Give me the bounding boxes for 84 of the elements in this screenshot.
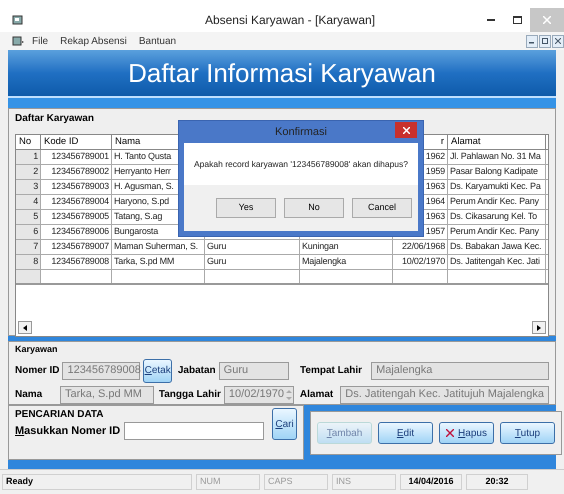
maximize-icon	[512, 16, 522, 24]
table-cell: Guru	[205, 255, 300, 269]
close-icon	[402, 126, 410, 134]
field-label: Tempat Lahir	[300, 364, 362, 378]
table-cell: 10/02/1970	[393, 255, 448, 269]
banner-title: Daftar Informasi Karyawan	[128, 56, 436, 90]
action-button[interactable]: Edit	[378, 422, 433, 444]
scroll-right-button[interactable]	[532, 321, 546, 334]
status-panel: CAPS	[264, 474, 328, 490]
row-number: 8	[16, 255, 41, 269]
menu-item[interactable]: Bantuan	[138, 34, 176, 48]
table-cell: 123456789003	[41, 180, 112, 194]
close-icon	[555, 38, 561, 44]
table-cell: Pasar Balong Kadipate	[448, 165, 546, 179]
action-button[interactable]: Tutup	[500, 422, 555, 444]
table-cell: 123456789006	[41, 225, 112, 239]
cross-icon	[446, 429, 454, 437]
scroll-left-button[interactable]	[18, 321, 32, 334]
field-label: Masukkan Nomer ID	[15, 424, 120, 439]
row-number: 5	[16, 210, 41, 224]
minimize-icon	[487, 19, 495, 21]
window-title: Absensi Karyawan - [Karyawan]	[204, 12, 376, 29]
column-header: No	[16, 135, 41, 149]
table-cell: 123456789005	[41, 210, 112, 224]
left-arrow-icon	[23, 324, 27, 330]
table-cell: Perum Andir Kec. Pany	[448, 225, 546, 239]
table-cell: 123456789002	[41, 165, 112, 179]
row-number: 3	[16, 180, 41, 194]
status-panel: INS	[332, 474, 396, 490]
status-panel: 14/04/2016	[400, 474, 462, 490]
row-number: 4	[16, 195, 41, 209]
dialog-button[interactable]: Cancel	[352, 198, 412, 218]
table-cell: Ds. Jatitengah Kec. Jati	[448, 255, 546, 269]
table-cell: Jl. Pahlawan No. 31 Ma	[448, 150, 546, 164]
app-icon	[12, 36, 24, 46]
mdi-minimize-button[interactable]	[526, 34, 538, 48]
field-label: Tangga Lahir	[158, 388, 221, 402]
dialog-button[interactable]: No	[284, 198, 344, 218]
field-label: Alamat	[300, 388, 334, 402]
table-cell: 123456789008	[41, 255, 112, 269]
column-header: Alamat	[448, 135, 546, 149]
status-panel: NUM	[196, 474, 260, 490]
close-button[interactable]	[395, 122, 417, 138]
table-cell: Guru	[205, 240, 300, 254]
row-number: 1	[16, 150, 41, 164]
table-cell: Perum Andir Kec. Pany	[448, 195, 546, 209]
column-header: Kode ID	[41, 135, 112, 149]
table-cell: Ds. Karyamukti Kec. Pa	[448, 180, 546, 194]
status-panel: 20:32	[466, 474, 528, 490]
spinner-icon	[284, 388, 293, 402]
mdi-restore-button[interactable]	[539, 34, 551, 48]
row-number: 7	[16, 240, 41, 254]
restore-icon	[542, 38, 548, 44]
table-cell: Maman Suherman, S.	[112, 240, 205, 254]
table-cell: Kuningan	[300, 240, 393, 254]
field-label: Jabatan	[178, 364, 216, 378]
table-cell: Tarka, S.pd MM	[112, 255, 205, 269]
mdi-close-button[interactable]	[552, 34, 564, 48]
group-title: PENCARIAN DATA	[15, 408, 105, 422]
search-field[interactable]	[124, 422, 264, 440]
table-cell: Ds. Cikasarung Kel. To	[448, 210, 546, 224]
status-panel: Ready	[2, 474, 192, 490]
table-cell: 123456789004	[41, 195, 112, 209]
menu-item[interactable]: File	[32, 34, 48, 48]
delete-button[interactable]: Hapus	[439, 422, 494, 444]
field-label: Nomer ID	[15, 364, 60, 378]
table-cell: 123456789001	[41, 150, 112, 164]
dialog-title: Konfirmasi	[275, 124, 327, 140]
dialog-button[interactable]: Yes	[216, 198, 276, 218]
field-label: Nama	[15, 388, 44, 402]
table-cell: 22/06/1968	[393, 240, 448, 254]
group-title: Daftar Karyawan	[15, 112, 95, 126]
app-icon	[12, 14, 24, 26]
menu-item[interactable]: Rekap Absensi	[60, 34, 127, 48]
search-button[interactable]: Cari	[272, 408, 297, 440]
table-cell: 123456789007	[41, 240, 112, 254]
table-cell: Majalengka	[300, 255, 393, 269]
row-number: 6	[16, 225, 41, 239]
right-arrow-icon	[537, 324, 541, 330]
close-icon	[543, 16, 551, 24]
group-title: Karyawan	[15, 343, 59, 356]
row-number: 2	[16, 165, 41, 179]
table-cell: Ds. Babakan Jawa Kec.	[448, 240, 546, 254]
print-button[interactable]: Cetak	[143, 358, 172, 382]
